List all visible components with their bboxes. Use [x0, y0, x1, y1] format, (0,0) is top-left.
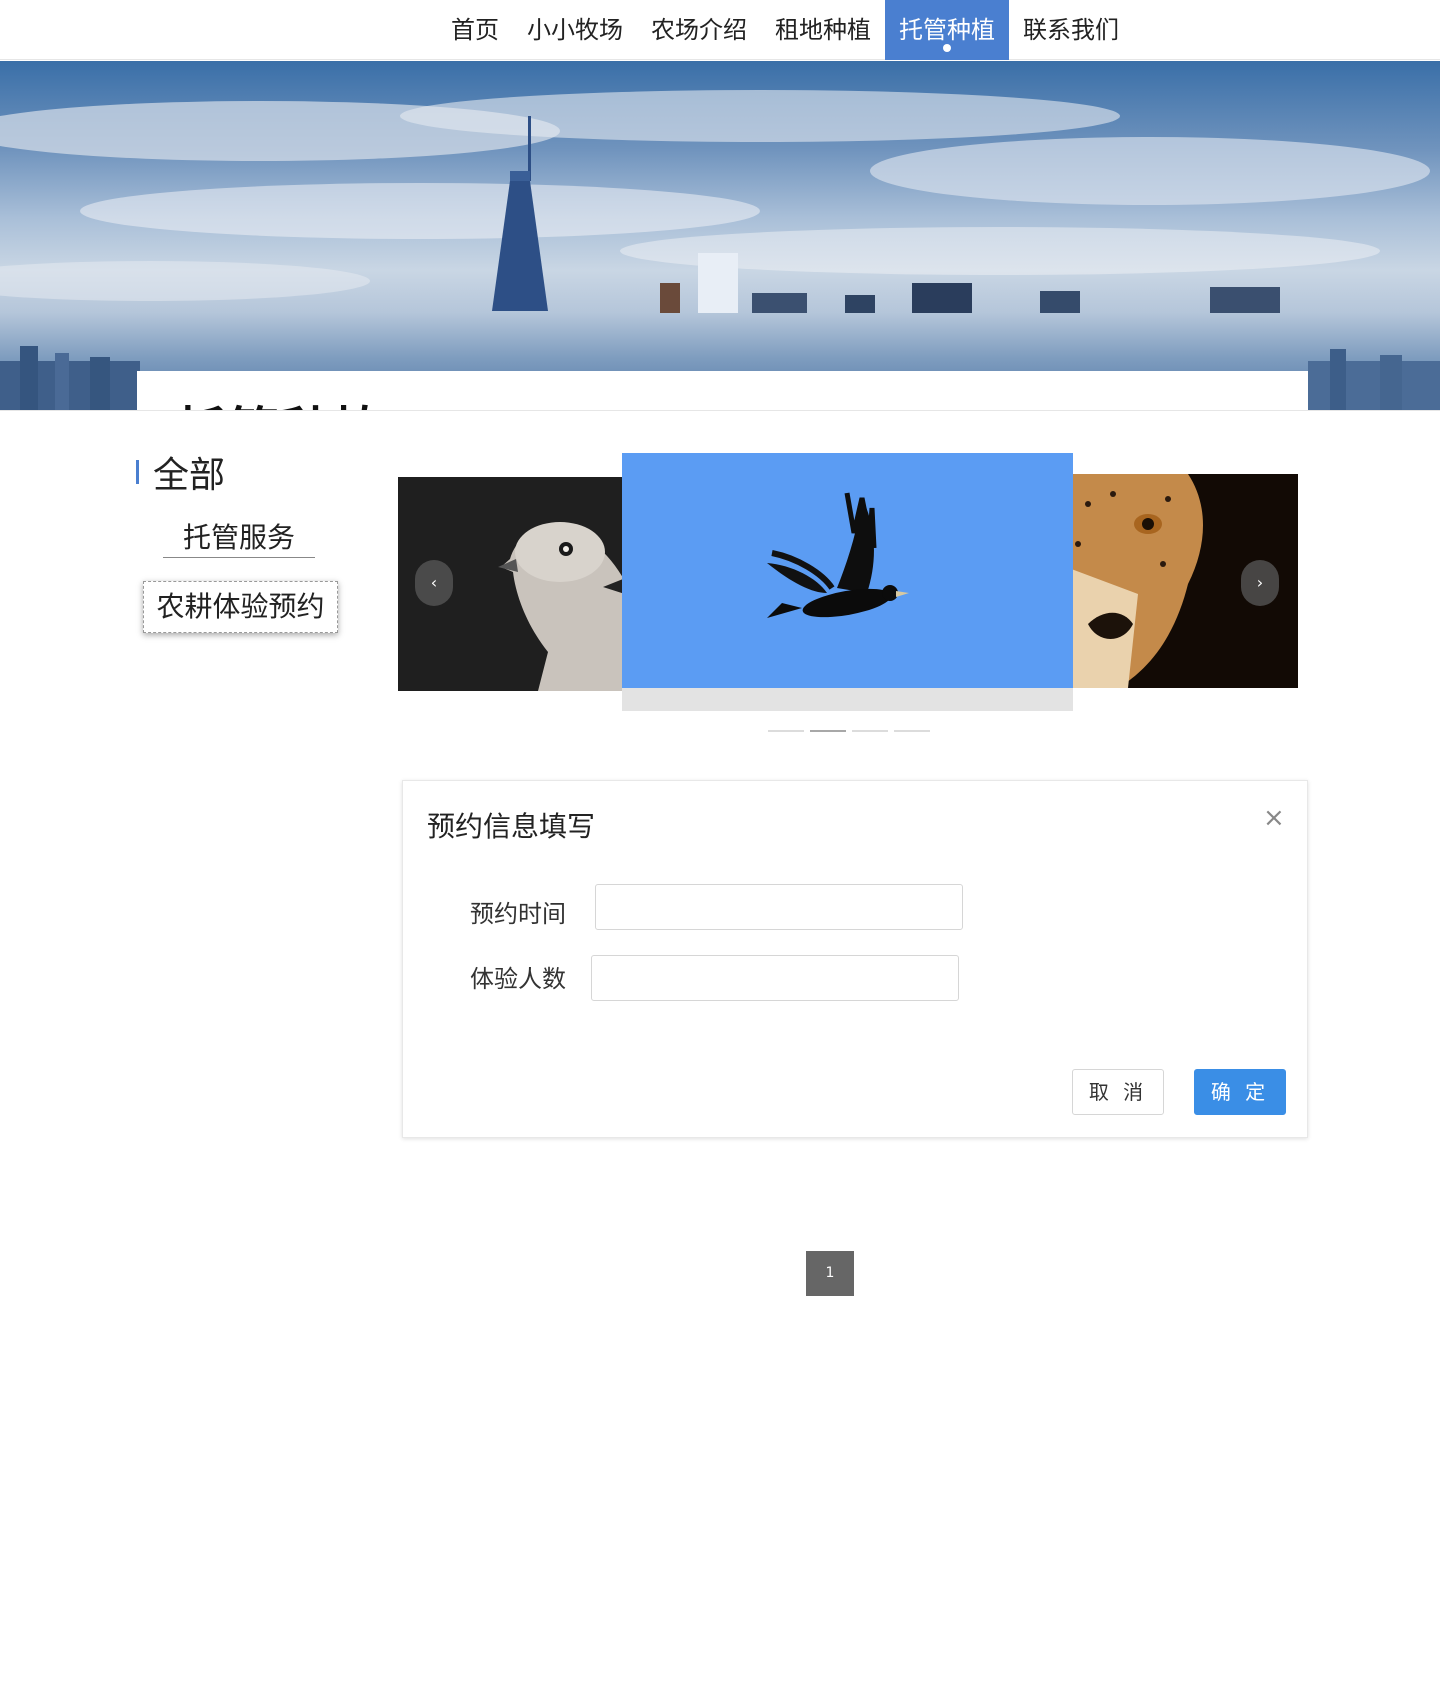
image-carousel: ‹ ›: [398, 453, 1298, 735]
pagination-page-button[interactable]: 1: [806, 1251, 854, 1296]
nav-item-label: 小小牧场: [527, 16, 623, 44]
carousel-indicator[interactable]: [894, 730, 930, 732]
nav-item-label: 联系我们: [1023, 16, 1119, 44]
nav-item-land-rental[interactable]: 租地种植: [761, 0, 885, 60]
cancel-button[interactable]: 取 消: [1072, 1069, 1164, 1115]
participant-count-input[interactable]: [591, 955, 959, 1001]
carousel-next-button[interactable]: ›: [1241, 560, 1279, 606]
page-title: 托管种植: [177, 391, 385, 410]
page-title-card: 托管种植: [137, 371, 1308, 410]
sidebar-item-hosting-service[interactable]: 托管服务: [163, 518, 315, 558]
sidebar-item-farming-booking[interactable]: 农耕体验预约: [143, 581, 338, 633]
sidebar-heading: 全部: [136, 446, 225, 498]
dialog-title: 预约信息填写: [427, 810, 596, 843]
nav-item-label: 租地种植: [775, 16, 871, 44]
nav-list: 首页 小小牧场 农场介绍 租地种植 托管种植 联系我们: [437, 0, 1133, 60]
divider: [0, 410, 1440, 411]
nav-item-contact[interactable]: 联系我们: [1009, 0, 1133, 60]
carousel-indicator-active[interactable]: [810, 730, 846, 732]
participant-count-label: 体验人数: [470, 965, 566, 993]
booking-time-label: 预约时间: [470, 900, 566, 928]
close-icon[interactable]: ×: [1263, 803, 1285, 833]
confirm-button[interactable]: 确 定: [1194, 1069, 1286, 1115]
hero-banner: 托管种植: [0, 61, 1440, 410]
carousel-indicator[interactable]: [852, 730, 888, 732]
active-dot-icon: [943, 44, 951, 52]
nav-item-label: 首页: [451, 16, 499, 44]
city-skyline-image: [0, 90, 1440, 410]
carousel-prev-button[interactable]: ‹: [415, 560, 453, 606]
sidebar-heading-label: 全部: [153, 455, 226, 496]
carousel-slide-crow[interactable]: [622, 453, 1073, 711]
crow-image: [767, 492, 909, 618]
nav-item-hosted-planting[interactable]: 托管种植: [885, 0, 1009, 60]
booking-dialog: 预约信息填写 × 预约时间 体验人数 取 消 确 定: [402, 780, 1308, 1138]
carousel-indicators: [768, 730, 930, 732]
accent-bar: [136, 460, 139, 484]
top-navigation: 首页 小小牧场 农场介绍 租地种植 托管种植 联系我们: [0, 0, 1440, 60]
nav-item-home[interactable]: 首页: [437, 0, 513, 60]
nav-item-ranch[interactable]: 小小牧场: [513, 0, 637, 60]
nav-item-label: 托管种植: [899, 16, 995, 44]
nav-item-label: 农场介绍: [651, 16, 747, 44]
chevron-left-icon: ‹: [430, 573, 438, 592]
carousel-indicator[interactable]: [768, 730, 804, 732]
chevron-right-icon: ›: [1256, 573, 1264, 592]
booking-time-input[interactable]: [595, 884, 963, 930]
nav-item-farm-intro[interactable]: 农场介绍: [637, 0, 761, 60]
